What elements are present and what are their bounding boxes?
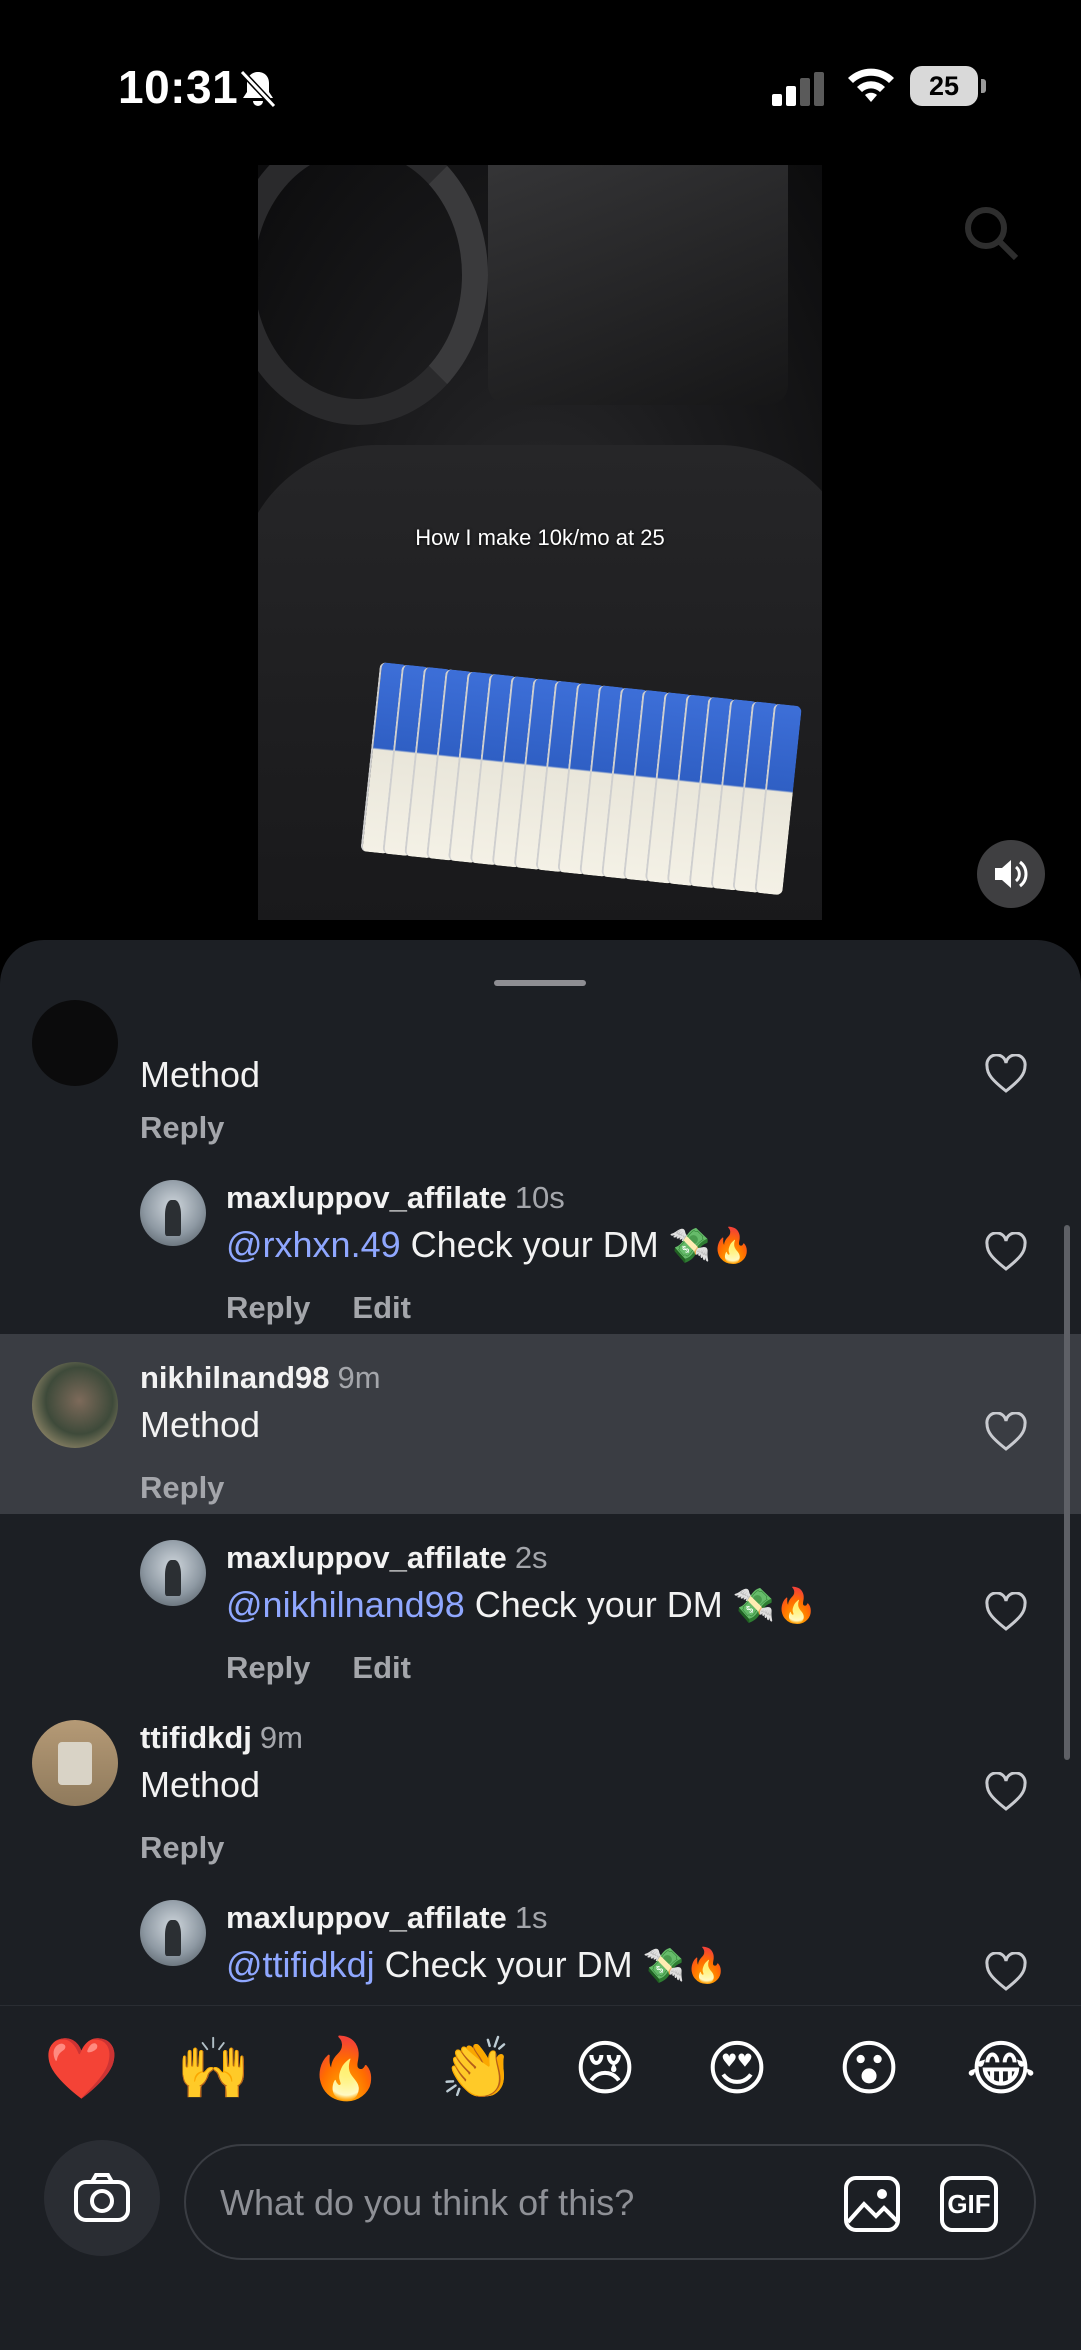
comment-text: @rxhxn.49 Check your DM 💸🔥 xyxy=(226,1224,754,1265)
comment-text: Method xyxy=(140,1054,261,1095)
comment-age: 2s xyxy=(514,1540,548,1575)
battery-icon: 25 xyxy=(910,66,986,106)
search-icon xyxy=(965,207,1019,261)
reaction-raised-hands[interactable]: 🙌 xyxy=(176,2034,251,2104)
comment-text: @nikhilnand98 Check your DM 💸🔥 xyxy=(226,1584,818,1625)
avatar[interactable] xyxy=(32,1000,118,1086)
comment-actions: Reply xyxy=(140,1470,266,1506)
comment-username[interactable]: ttifidkdj 9m xyxy=(140,1720,303,1756)
camera-button[interactable] xyxy=(44,2140,160,2256)
reaction-crying[interactable]: 😢 xyxy=(570,2034,640,2104)
reply-row: maxluppov_affilate 10s @rxhxn.49 Check yo… xyxy=(0,1180,1081,1360)
bell-slash-icon xyxy=(239,69,277,109)
comment-username[interactable]: maxluppov_affilate 10s xyxy=(226,1180,565,1216)
video-caption: How I make 10k/mo at 25 xyxy=(415,525,665,550)
battery-level: 25 xyxy=(928,71,960,101)
comment-actions: Reply Edit xyxy=(226,1290,453,1326)
comment-actions: Reply xyxy=(140,1830,266,1866)
reply-button[interactable]: Reply xyxy=(140,1830,224,1865)
reply-button[interactable]: Reply xyxy=(140,1110,224,1145)
avatar[interactable] xyxy=(140,1180,206,1246)
reaction-laughing[interactable]: 😂 xyxy=(966,2034,1036,2104)
edit-button[interactable]: Edit xyxy=(352,1650,411,1685)
status-time: 10:31 xyxy=(118,61,239,113)
gif-button[interactable]: GIF xyxy=(940,2176,998,2232)
heart-icon[interactable] xyxy=(984,1772,1028,1812)
heart-icon[interactable] xyxy=(984,1952,1028,1992)
comments-list[interactable]: Method Reply maxluppov_affilate 10s @rxhx… xyxy=(0,940,1081,2004)
heart-icon[interactable] xyxy=(984,1054,1028,1094)
reaction-clap[interactable]: 👏 xyxy=(440,2034,515,2104)
reply-row: maxluppov_affilate 1s @ttifidkdj Check yo… xyxy=(0,1900,1081,2004)
comment-actions: Reply xyxy=(140,1110,266,1146)
mention-link[interactable]: @rxhxn.49 xyxy=(226,1224,401,1265)
avatar[interactable] xyxy=(32,1362,118,1448)
reply-button[interactable]: Reply xyxy=(140,1470,224,1505)
camera-icon xyxy=(74,2173,130,2222)
mention-link[interactable]: @nikhilnand98 xyxy=(226,1584,465,1625)
avatar[interactable] xyxy=(140,1900,206,1966)
heart-icon[interactable] xyxy=(984,1412,1028,1452)
heart-icon[interactable] xyxy=(984,1592,1028,1632)
reply-button[interactable]: Reply xyxy=(226,1650,310,1685)
comment-actions: Reply Edit xyxy=(226,1650,453,1686)
comment-text: @ttifidkdj Check your DM 💸🔥 xyxy=(226,1944,728,1985)
heart-icon[interactable] xyxy=(984,1232,1028,1272)
comments-scrollbar[interactable] xyxy=(1064,1225,1070,1760)
reply-button[interactable]: Reply xyxy=(226,1290,310,1325)
wifi-icon xyxy=(848,68,894,102)
reply-row: maxluppov_affilate 2s @nikhilnand98 Check… xyxy=(0,1540,1081,1720)
steering-wheel-image xyxy=(258,165,488,425)
comment-age: 1s xyxy=(514,1900,548,1935)
comment-text: Method xyxy=(140,1404,261,1445)
status-bar: 10:31 25 xyxy=(0,0,1081,160)
comment-age: 9m xyxy=(259,1720,303,1755)
comment-username[interactable]: nikhilnand98 9m xyxy=(140,1360,381,1396)
avatar[interactable] xyxy=(32,1720,118,1806)
video-player[interactable]: How I make 10k/mo at 25 xyxy=(258,165,822,920)
comment-text: Method xyxy=(140,1764,261,1805)
mention-link[interactable]: @ttifidkdj xyxy=(226,1944,375,1985)
comment-row: ttifidkdj 9m Method Reply xyxy=(0,1720,1081,1900)
reaction-heart[interactable]: ❤️ xyxy=(44,2034,119,2104)
comment-row: nikhilnand98 9m Method Reply xyxy=(0,1334,1081,1514)
comment-input-placeholder: What do you think of this? xyxy=(220,2182,635,2223)
comment-age: 10s xyxy=(514,1180,565,1215)
comment-input[interactable]: What do you think of this? GIF xyxy=(184,2144,1036,2260)
cellular-signal-icon xyxy=(772,72,824,106)
comment-username[interactable]: maxluppov_affilate 2s xyxy=(226,1540,548,1576)
reaction-surprised[interactable]: 😮 xyxy=(834,2034,904,2104)
speaker-icon xyxy=(995,860,1028,888)
comment-age: 9m xyxy=(337,1360,381,1395)
comment-username[interactable]: maxluppov_affilate 1s xyxy=(226,1900,548,1936)
image-icon[interactable] xyxy=(842,2174,902,2234)
sound-toggle-button[interactable] xyxy=(977,840,1045,908)
composer-area: ❤️ 🙌 🔥 👏 😢 😍 😮 😂 What do you think of th… xyxy=(0,2005,1081,2350)
car-console-image xyxy=(488,165,788,405)
quick-reactions-bar: ❤️ 🙌 🔥 👏 😢 😍 😮 😂 xyxy=(0,2006,1081,2136)
edit-button[interactable]: Edit xyxy=(352,1290,411,1325)
reaction-heart-eyes[interactable]: 😍 xyxy=(702,2034,772,2104)
reaction-fire[interactable]: 🔥 xyxy=(308,2034,383,2104)
avatar[interactable] xyxy=(140,1540,206,1606)
comment-row: Method Reply xyxy=(0,1000,1081,1145)
